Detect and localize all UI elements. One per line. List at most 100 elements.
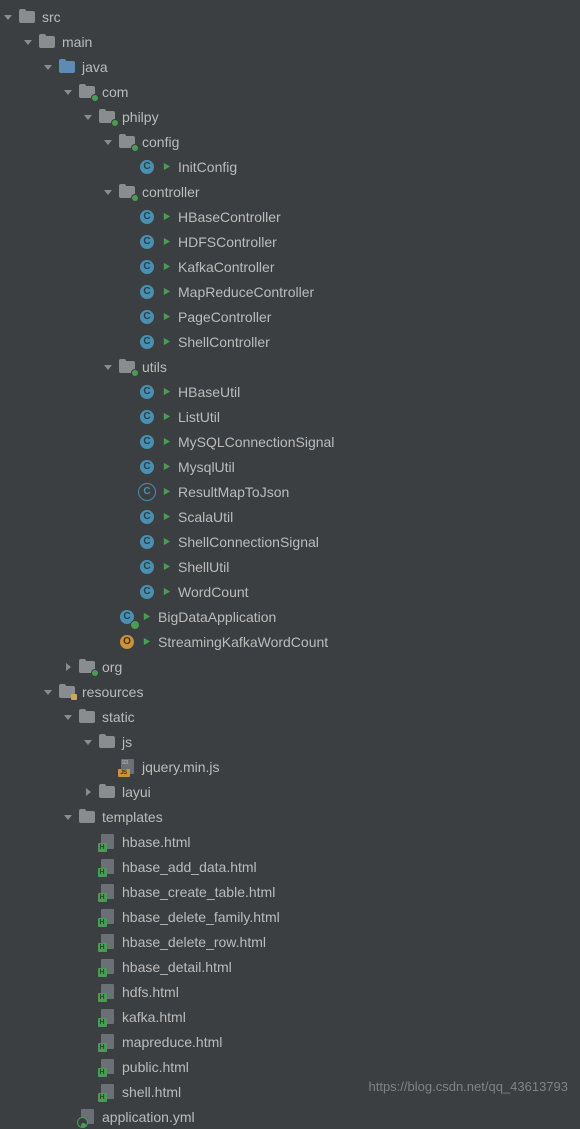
runnable-gutter-icon[interactable]: [162, 212, 174, 221]
expand-arrow-icon[interactable]: [60, 84, 76, 100]
runnable-gutter-icon[interactable]: [162, 337, 174, 346]
expand-arrow-icon[interactable]: [80, 109, 96, 125]
tree-item-label: templates: [102, 809, 163, 825]
runnable-gutter-icon[interactable]: [162, 487, 174, 496]
tree-row[interactable]: resources: [0, 679, 580, 704]
tree-row[interactable]: src: [0, 4, 580, 29]
tree-row[interactable]: CPageController: [0, 304, 580, 329]
tree-row[interactable]: org: [0, 654, 580, 679]
tree-row[interactable]: hbase_delete_row.html: [0, 929, 580, 954]
tree-row[interactable]: main: [0, 29, 580, 54]
tree-item-label: hbase_create_table.html: [122, 884, 275, 900]
expand-arrow-icon[interactable]: [20, 34, 36, 50]
expand-arrow-icon[interactable]: [100, 134, 116, 150]
tree-row[interactable]: hbase_create_table.html: [0, 879, 580, 904]
folder-icon: [79, 711, 95, 723]
tree-row[interactable]: CListUtil: [0, 404, 580, 429]
tree-row[interactable]: layui: [0, 779, 580, 804]
tree-row[interactable]: hbase_add_data.html: [0, 854, 580, 879]
tree-row[interactable]: utils: [0, 354, 580, 379]
runnable-gutter-icon[interactable]: [142, 637, 154, 646]
tree-row[interactable]: templates: [0, 804, 580, 829]
tree-row[interactable]: OStreamingKafkaWordCount: [0, 629, 580, 654]
html-file-icon: [101, 884, 114, 899]
application-class-icon: C: [120, 610, 134, 624]
tree-row[interactable]: kafka.html: [0, 1004, 580, 1029]
tree-row[interactable]: CBigDataApplication: [0, 604, 580, 629]
tree-row[interactable]: CShellUtil: [0, 554, 580, 579]
tree-row[interactable]: mapreduce.html: [0, 1029, 580, 1054]
runnable-gutter-icon[interactable]: [162, 587, 174, 596]
tree-row[interactable]: public.html: [0, 1054, 580, 1079]
expand-arrow-icon[interactable]: [80, 734, 96, 750]
tree-row[interactable]: CWordCount: [0, 579, 580, 604]
html-file-icon: [101, 909, 114, 924]
runnable-gutter-icon[interactable]: [162, 262, 174, 271]
tree-item-label: philpy: [122, 109, 159, 125]
watermark: https://blog.csdn.net/qq_43613793: [369, 1079, 569, 1094]
tree-row[interactable]: CHBaseController: [0, 204, 580, 229]
runnable-gutter-icon[interactable]: [162, 462, 174, 471]
package-folder-icon: [119, 186, 135, 198]
tree-row[interactable]: static: [0, 704, 580, 729]
runnable-gutter-icon[interactable]: [162, 162, 174, 171]
html-file-icon: [101, 1059, 114, 1074]
tree-row[interactable]: CShellController: [0, 329, 580, 354]
tree-row[interactable]: hbase_detail.html: [0, 954, 580, 979]
tree-item-label: KafkaController: [178, 259, 275, 275]
tree-row[interactable]: application.yml: [0, 1104, 580, 1129]
tree-row[interactable]: philpy: [0, 104, 580, 129]
tree-row[interactable]: CMySQLConnectionSignal: [0, 429, 580, 454]
tree-row[interactable]: CInitConfig: [0, 154, 580, 179]
tree-row[interactable]: hbase_delete_family.html: [0, 904, 580, 929]
runnable-gutter-icon[interactable]: [162, 312, 174, 321]
expand-arrow-icon[interactable]: [100, 359, 116, 375]
expand-arrow-icon[interactable]: [60, 809, 76, 825]
class-icon: C: [140, 260, 154, 274]
tree-row[interactable]: CMapReduceController: [0, 279, 580, 304]
expand-arrow-icon[interactable]: [40, 59, 56, 75]
tree-row[interactable]: CScalaUtil: [0, 504, 580, 529]
runnable-gutter-icon[interactable]: [162, 237, 174, 246]
tree-item-label: application.yml: [102, 1109, 195, 1125]
project-tree[interactable]: srcmainjavacomphilpyconfigCInitConfigcon…: [0, 4, 580, 1129]
tree-row[interactable]: CResultMapToJson: [0, 479, 580, 504]
tree-item-label: InitConfig: [178, 159, 237, 175]
expand-arrow-icon[interactable]: [100, 184, 116, 200]
tree-row[interactable]: jquery.min.js: [0, 754, 580, 779]
tree-row[interactable]: CMysqlUtil: [0, 454, 580, 479]
tree-row[interactable]: js: [0, 729, 580, 754]
runnable-gutter-icon[interactable]: [162, 387, 174, 396]
expand-arrow-icon[interactable]: [0, 9, 16, 25]
folder-icon: [39, 36, 55, 48]
expand-arrow-icon[interactable]: [60, 659, 76, 675]
tree-item-label: mapreduce.html: [122, 1034, 222, 1050]
tree-row[interactable]: C KafkaController: [0, 254, 580, 279]
tree-row[interactable]: controller: [0, 179, 580, 204]
tree-row[interactable]: hbase.html: [0, 829, 580, 854]
interface-icon: C: [140, 485, 154, 499]
tree-row[interactable]: config: [0, 129, 580, 154]
tree-item-label: main: [62, 34, 92, 50]
runnable-gutter-icon[interactable]: [162, 537, 174, 546]
runnable-gutter-icon[interactable]: [142, 612, 154, 621]
tree-row[interactable]: CHDFSController: [0, 229, 580, 254]
runnable-gutter-icon[interactable]: [162, 287, 174, 296]
runnable-gutter-icon[interactable]: [162, 412, 174, 421]
runnable-gutter-icon[interactable]: [162, 437, 174, 446]
runnable-gutter-icon[interactable]: [162, 562, 174, 571]
expand-arrow-icon[interactable]: [60, 709, 76, 725]
class-icon: C: [140, 435, 154, 449]
class-icon: C: [140, 285, 154, 299]
class-icon: C: [140, 210, 154, 224]
tree-row[interactable]: java: [0, 54, 580, 79]
tree-row[interactable]: CHBaseUtil: [0, 379, 580, 404]
runnable-gutter-icon[interactable]: [162, 512, 174, 521]
tree-row[interactable]: hdfs.html: [0, 979, 580, 1004]
expand-arrow-icon[interactable]: [80, 784, 96, 800]
tree-row[interactable]: com: [0, 79, 580, 104]
expand-arrow-icon[interactable]: [40, 684, 56, 700]
folder-icon: [19, 11, 35, 23]
class-icon: C: [140, 560, 154, 574]
tree-row[interactable]: CShellConnectionSignal: [0, 529, 580, 554]
